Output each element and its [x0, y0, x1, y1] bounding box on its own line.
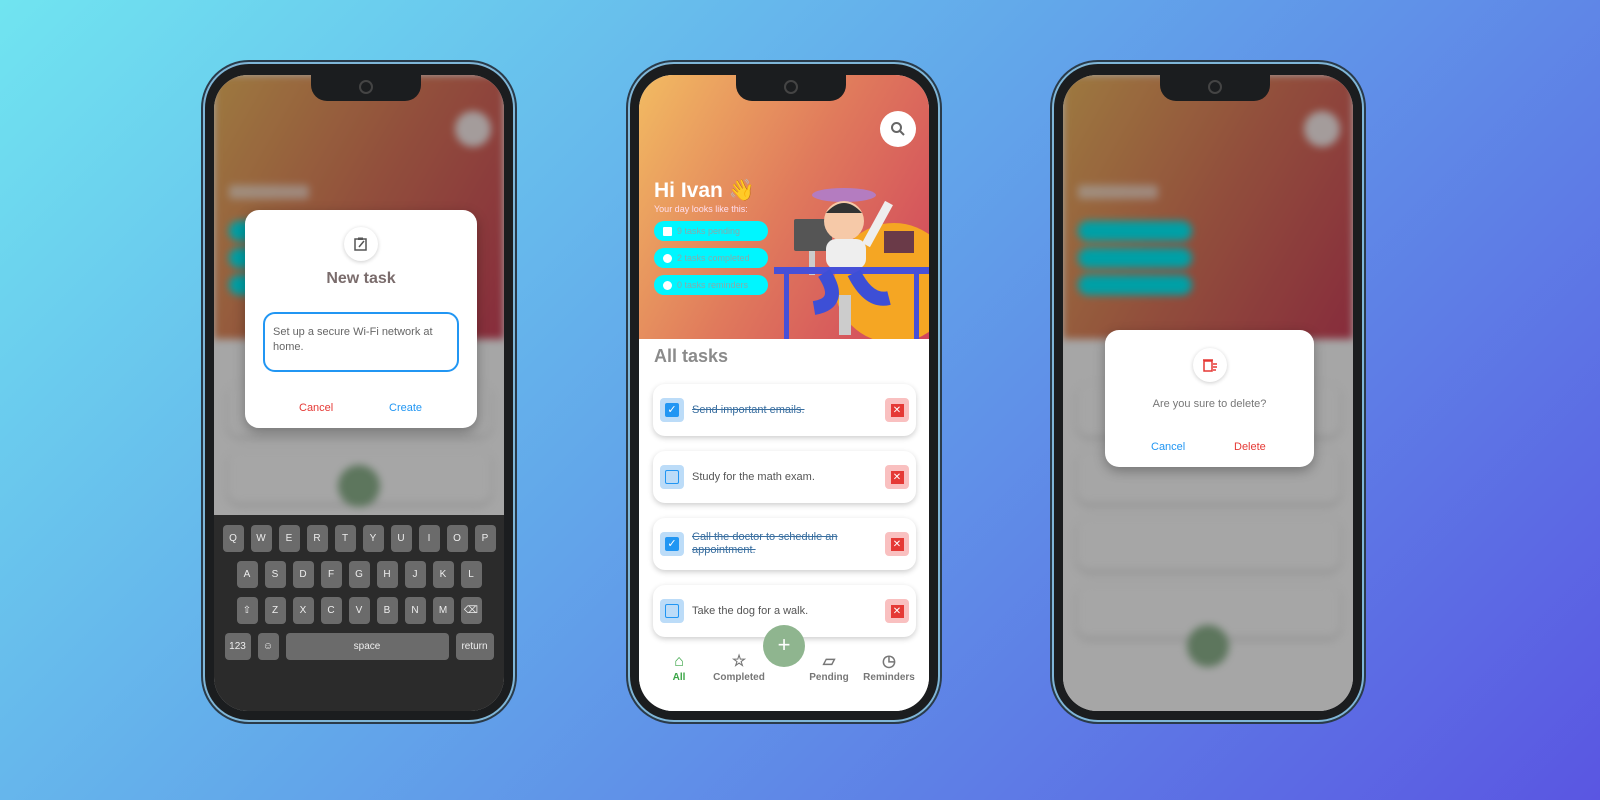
task-text: Send important emails.: [692, 403, 805, 416]
key[interactable]: Y: [362, 525, 384, 552]
delete-icon: [1193, 348, 1227, 382]
key[interactable]: M: [432, 597, 454, 624]
illustration-person-at-desk: [774, 188, 929, 339]
reminders-count-pill[interactable]: 0 tasks reminders: [654, 275, 768, 295]
pill-label: 0 tasks reminders: [677, 280, 749, 290]
delete-task-button[interactable]: ✕: [885, 465, 909, 489]
nav-label: Reminders: [863, 672, 915, 683]
key[interactable]: F: [320, 561, 342, 588]
task-text: Take the dog for a walk.: [692, 604, 809, 617]
key[interactable]: K: [432, 561, 454, 588]
nav-label: Completed: [713, 672, 765, 683]
task-checkbox[interactable]: [660, 465, 684, 489]
key[interactable]: Q: [222, 525, 244, 552]
search-icon: [891, 122, 905, 136]
task-text: Call the doctor to schedule an appointme…: [692, 531, 838, 556]
home-icon: ⌂: [674, 653, 684, 670]
check-circle-icon: [663, 280, 672, 290]
delete-message: Are you sure to delete?: [1152, 398, 1267, 410]
task-item: Study for the math exam. ✕: [653, 451, 916, 503]
task-item: ✓ Call the doctor to schedule an appoint…: [653, 518, 916, 570]
key[interactable]: S: [264, 561, 286, 588]
check-icon: ✓: [665, 403, 679, 417]
notch: [311, 75, 421, 101]
key[interactable]: L: [460, 561, 482, 588]
key[interactable]: B: [376, 597, 398, 624]
add-task-button[interactable]: +: [763, 625, 805, 667]
task-item: ✓ Send important emails. ✕: [653, 384, 916, 436]
delete-button[interactable]: Delete: [1234, 441, 1266, 453]
key[interactable]: T: [334, 525, 356, 552]
key[interactable]: J: [404, 561, 426, 588]
task-checkbox[interactable]: ✓: [660, 398, 684, 422]
close-icon: ✕: [890, 470, 904, 484]
key[interactable]: ⇧: [236, 597, 258, 624]
greeting-subtitle: Your day looks like this:: [654, 204, 748, 214]
key[interactable]: G: [348, 561, 370, 588]
key[interactable]: N: [404, 597, 426, 624]
check-circle-icon: [663, 253, 672, 263]
key-123[interactable]: 123: [224, 633, 251, 660]
key[interactable]: P: [474, 525, 496, 552]
create-button[interactable]: Create: [389, 402, 422, 414]
key-space[interactable]: space: [285, 633, 449, 660]
key[interactable]: ⌫: [460, 597, 482, 624]
nav-label: Pending: [809, 672, 849, 683]
cancel-button[interactable]: Cancel: [299, 402, 333, 414]
clock-icon: ◷: [882, 653, 896, 670]
cards-icon: ▱: [822, 653, 836, 670]
key[interactable]: O: [446, 525, 468, 552]
nav-all[interactable]: ⌂ All: [649, 652, 709, 711]
phone-delete-confirm: Are you sure to delete? Cancel Delete: [1052, 62, 1364, 722]
notch: [736, 75, 846, 101]
nav-reminders[interactable]: ◷ Reminders: [859, 652, 919, 711]
delete-task-button[interactable]: ✕: [885, 532, 909, 556]
delete-task-button[interactable]: ✕: [885, 599, 909, 623]
nav-completed[interactable]: ☆ Completed: [709, 652, 769, 711]
close-icon: ✕: [890, 537, 904, 551]
star-icon: ☆: [731, 653, 747, 670]
new-task-dialog: New task Set up a secure Wi-Fi network a…: [245, 210, 477, 428]
search-button[interactable]: [880, 111, 916, 147]
key[interactable]: E: [278, 525, 300, 552]
delete-task-button[interactable]: ✕: [885, 398, 909, 422]
cancel-button[interactable]: Cancel: [1151, 441, 1185, 453]
key[interactable]: A: [236, 561, 258, 588]
keyboard: Q W E R T Y U I O P A S D F G H J K L ⇧ Z X C V B N M ⌫ 123 ☺ space…: [214, 515, 504, 711]
edit-note-icon: [344, 227, 378, 261]
key-emoji[interactable]: ☺: [257, 633, 279, 660]
delete-confirm-dialog: Are you sure to delete? Cancel Delete: [1105, 330, 1314, 467]
nav-label: All: [672, 672, 686, 683]
dialog-title: New task: [326, 270, 396, 287]
nav-pending[interactable]: ▱ Pending: [799, 652, 859, 711]
close-icon: ✕: [890, 604, 904, 618]
key[interactable]: D: [292, 561, 314, 588]
key[interactable]: I: [418, 525, 440, 552]
close-icon: ✕: [890, 403, 904, 417]
key[interactable]: V: [348, 597, 370, 624]
calendar-icon: [663, 226, 672, 236]
task-checkbox[interactable]: [660, 599, 684, 623]
task-input[interactable]: Set up a secure Wi-Fi network at home.: [263, 312, 459, 372]
key[interactable]: R: [306, 525, 328, 552]
task-checkbox[interactable]: ✓: [660, 532, 684, 556]
phone-home: Hi Ivan 👋 Your day looks like this: 9 ta…: [628, 62, 940, 722]
key[interactable]: X: [292, 597, 314, 624]
task-text: Study for the math exam.: [692, 470, 815, 483]
section-title: All tasks: [654, 346, 729, 366]
key-return[interactable]: return: [455, 633, 494, 660]
phone-new-task: New task Set up a secure Wi-Fi network a…: [203, 62, 515, 722]
check-icon: ✓: [665, 537, 679, 551]
key[interactable]: Z: [264, 597, 286, 624]
pill-label: 2 tasks completed: [677, 253, 750, 263]
key[interactable]: C: [320, 597, 342, 624]
pending-count-pill[interactable]: 9 tasks pending: [654, 221, 768, 241]
key[interactable]: W: [250, 525, 272, 552]
key[interactable]: H: [376, 561, 398, 588]
completed-count-pill[interactable]: 2 tasks completed: [654, 248, 768, 268]
notch: [1160, 75, 1270, 101]
key[interactable]: U: [390, 525, 412, 552]
greeting: Hi Ivan 👋: [654, 179, 755, 202]
pill-label: 9 tasks pending: [677, 226, 741, 236]
